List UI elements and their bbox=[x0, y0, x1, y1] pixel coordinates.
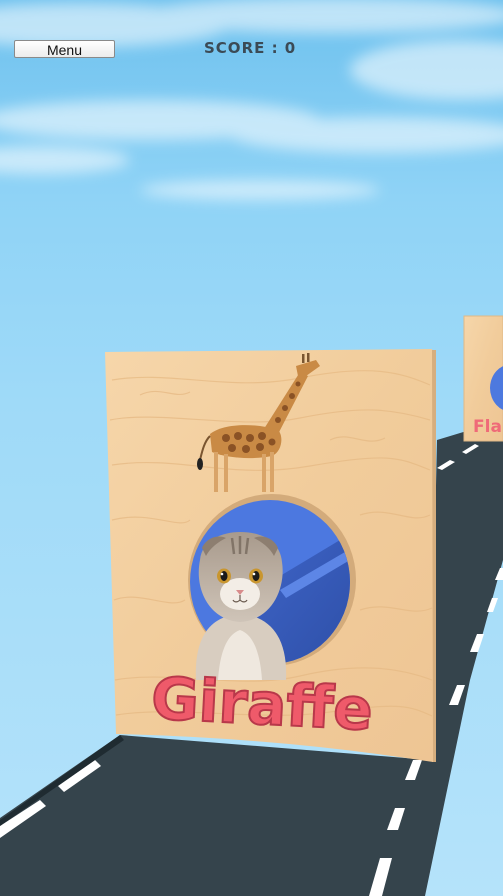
score-label: SCORE : 0 bbox=[204, 39, 297, 57]
track-scene: Flar bbox=[0, 315, 503, 896]
game-viewport: Flar bbox=[0, 0, 503, 896]
next-gate: Flar bbox=[463, 315, 503, 442]
next-gate-label: Flar bbox=[473, 417, 503, 437]
menu-button[interactable]: Menu bbox=[14, 40, 115, 58]
gate-animal-name: Giraffe bbox=[150, 664, 375, 744]
gate-board: Giraffe bbox=[105, 349, 436, 762]
